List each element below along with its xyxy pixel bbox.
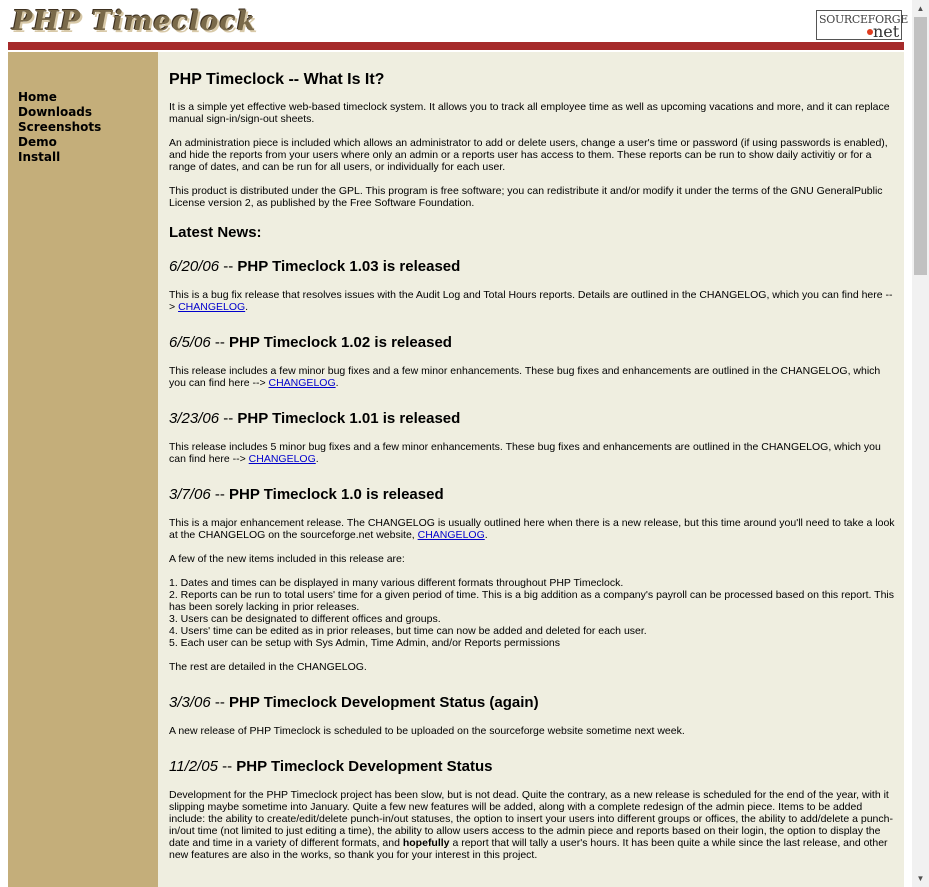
news-heading: 6/20/06 -- PHP Timeclock 1.03 is release… bbox=[169, 259, 896, 275]
news-title: PHP Timeclock 1.0 is released bbox=[229, 486, 444, 503]
scroll-down-arrow-icon[interactable]: ▼ bbox=[912, 870, 929, 887]
page-title: PHP Timeclock -- What Is It? bbox=[169, 71, 385, 88]
news-title: PHP Timeclock 1.03 is released bbox=[237, 258, 461, 275]
nav-home[interactable]: Home bbox=[18, 90, 101, 105]
nav-menu: Home Downloads Screenshots Demo Install bbox=[18, 90, 101, 165]
news-body: Development for the PHP Timeclock projec… bbox=[169, 789, 896, 861]
scroll-up-arrow-icon[interactable]: ▲ bbox=[912, 0, 929, 17]
changelog-link[interactable]: CHANGELOG bbox=[269, 377, 336, 389]
sidebar: Home Downloads Screenshots Demo Install bbox=[8, 52, 158, 887]
changelog-link[interactable]: CHANGELOG bbox=[418, 529, 485, 541]
nav-install[interactable]: Install bbox=[18, 150, 101, 165]
news-date: 3/23/06 bbox=[169, 410, 220, 427]
list-item: 2. Reports can be run to total users' ti… bbox=[169, 589, 895, 613]
changelog-link[interactable]: CHANGELOG bbox=[249, 453, 316, 465]
news-item: 3/7/06 -- PHP Timeclock 1.0 is released … bbox=[169, 487, 896, 674]
news-heading: 3/3/06 -- PHP Timeclock Development Stat… bbox=[169, 695, 896, 711]
intro-paragraph: An administration piece is included whic… bbox=[169, 137, 888, 173]
news-separator: -- bbox=[219, 410, 238, 427]
news-separator: -- bbox=[217, 758, 237, 775]
intro-paragraph: It is a simple yet effective web-based t… bbox=[169, 101, 890, 125]
news-heading: 3/7/06 -- PHP Timeclock 1.0 is released bbox=[169, 487, 896, 503]
news-date: 6/5/06 bbox=[169, 334, 211, 351]
news-body-text: This is a bug fix release that resolves … bbox=[169, 289, 893, 313]
news-outro: The rest are detailed in the CHANGELOG. bbox=[169, 661, 367, 673]
list-item: 4. Users' time can be edited as in prior… bbox=[169, 625, 647, 637]
nav-demo[interactable]: Demo bbox=[18, 135, 101, 150]
news-item: 6/20/06 -- PHP Timeclock 1.03 is release… bbox=[169, 259, 896, 314]
release-items-list: 1. Dates and times can be displayed in m… bbox=[169, 577, 896, 649]
list-item: 3. Users can be designated to different … bbox=[169, 613, 441, 625]
news-body: This release includes 5 minor bug fixes … bbox=[169, 441, 881, 465]
nav-screenshots[interactable]: Screenshots bbox=[18, 120, 101, 135]
list-item: 1. Dates and times can be displayed in m… bbox=[169, 577, 624, 589]
news-item: 3/23/06 -- PHP Timeclock 1.01 is release… bbox=[169, 411, 896, 466]
news-title: PHP Timeclock Development Status (again) bbox=[229, 694, 539, 711]
news-date: 6/20/06 bbox=[169, 258, 220, 275]
news-date: 11/2/05 bbox=[169, 758, 218, 775]
news-heading: 11/2/05 -- PHP Timeclock Development Sta… bbox=[169, 759, 896, 775]
news-heading: 6/5/06 -- PHP Timeclock 1.02 is released bbox=[169, 335, 896, 351]
scrollbar-thumb[interactable] bbox=[914, 17, 927, 275]
news-separator: -- bbox=[210, 694, 230, 711]
news-body: This is a bug fix release that resolves … bbox=[169, 289, 893, 313]
news-body-text: This is a major enhancement release. The… bbox=[169, 517, 895, 541]
news-separator: -- bbox=[219, 258, 238, 275]
news-body: This is a major enhancement release. The… bbox=[169, 517, 895, 541]
list-item: 5. Each user can be setup with Sys Admin… bbox=[169, 637, 561, 649]
news-title: PHP Timeclock 1.02 is released bbox=[229, 334, 452, 351]
news-date: 3/7/06 bbox=[169, 486, 211, 503]
header-divider bbox=[8, 42, 904, 50]
news-title: PHP Timeclock Development Status bbox=[236, 758, 493, 775]
news-list-intro: A few of the new items included in this … bbox=[169, 553, 405, 565]
news-item: 11/2/05 -- PHP Timeclock Development Sta… bbox=[169, 759, 896, 862]
site-logo[interactable]: PHP Timeclock bbox=[12, 6, 256, 37]
changelog-link[interactable]: CHANGELOG bbox=[178, 301, 245, 313]
news-heading: 3/23/06 -- PHP Timeclock 1.01 is release… bbox=[169, 411, 896, 427]
vertical-scrollbar[interactable]: ▲ ▼ bbox=[912, 0, 929, 887]
intro-paragraph: This product is distributed under the GP… bbox=[169, 185, 883, 209]
news-separator: -- bbox=[210, 334, 230, 351]
sourceforge-badge[interactable]: SOURCEFORGE net bbox=[816, 10, 908, 41]
latest-news-heading: Latest News: bbox=[169, 224, 262, 241]
news-separator: -- bbox=[210, 486, 230, 503]
sourceforge-net-label: net bbox=[873, 22, 900, 41]
news-body-bold: hopefully bbox=[402, 837, 450, 849]
news-item: 3/3/06 -- PHP Timeclock Development Stat… bbox=[169, 695, 896, 738]
nav-downloads[interactable]: Downloads bbox=[18, 105, 101, 120]
news-title: PHP Timeclock 1.01 is released bbox=[237, 410, 461, 427]
news-body: A new release of PHP Timeclock is schedu… bbox=[169, 725, 685, 737]
main-content: PHP Timeclock -- What Is It? It is a sim… bbox=[158, 52, 904, 887]
news-body: This release includes a few minor bug fi… bbox=[169, 365, 881, 389]
site-header: PHP Timeclock SOURCEFORGE net bbox=[0, 0, 912, 42]
news-date: 3/3/06 bbox=[169, 694, 211, 711]
news-item: 6/5/06 -- PHP Timeclock 1.02 is released… bbox=[169, 335, 896, 390]
